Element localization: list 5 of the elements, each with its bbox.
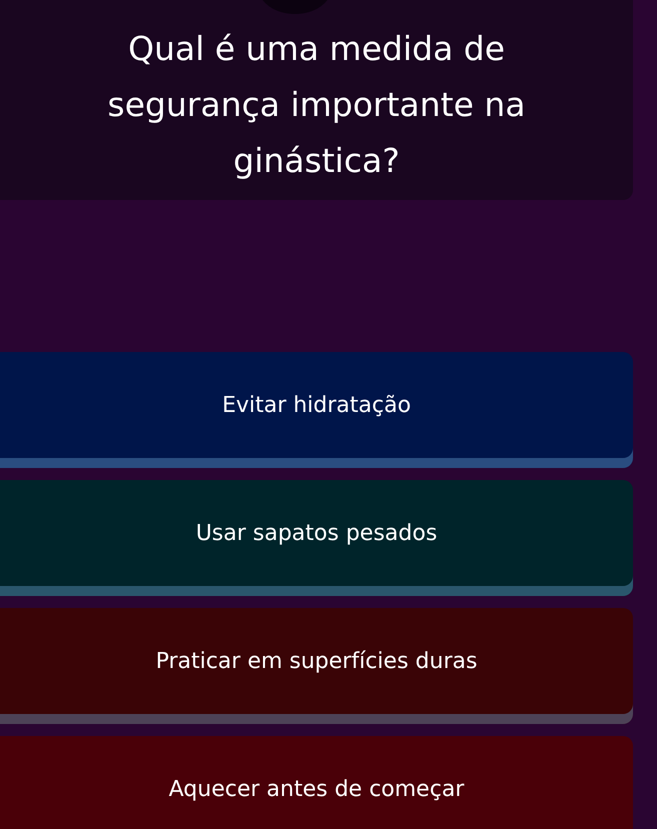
answer-button[interactable]: Evitar hidratação [0,352,633,468]
answer-button[interactable]: Usar sapatos pesados [0,480,633,596]
question-text: Qual é uma medida de segurança importante na ginástica? [106,28,526,182]
answer-button[interactable]: Praticar em superfícies duras [0,608,633,724]
answer-button[interactable]: Aquecer antes de começar [0,736,633,829]
